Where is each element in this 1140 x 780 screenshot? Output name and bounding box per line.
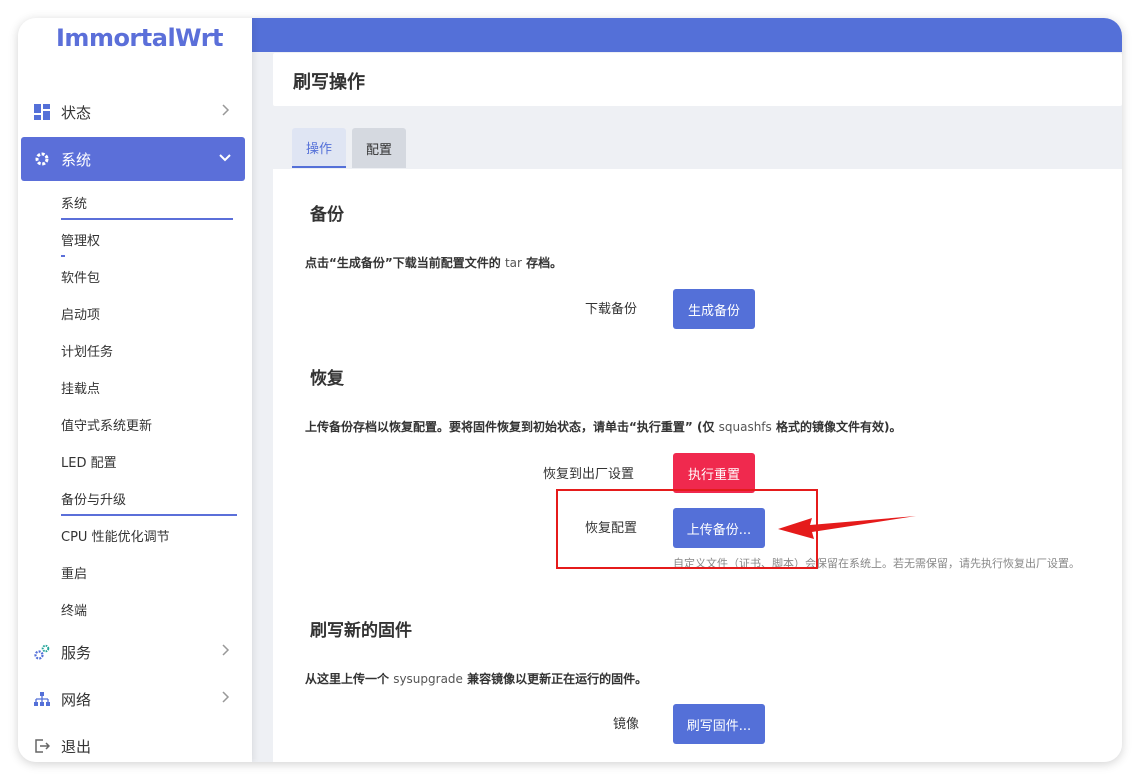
tab-actions[interactable]: 操作 [292, 128, 346, 168]
sidebar-item-network[interactable]: 网络 [21, 677, 245, 721]
gears-icon [33, 643, 51, 661]
dashboard-icon [33, 103, 51, 121]
submenu-item-mounts[interactable]: 挂载点 [61, 378, 100, 397]
sidebar-item-services[interactable]: 服务 [21, 630, 245, 674]
submenu-item-attended-sysupgrade[interactable]: 值守式系统更新 [61, 415, 152, 434]
submenu-item-backup-upgrade[interactable]: 备份与升级 [61, 489, 126, 508]
sidebar-item-system[interactable]: 系统 [21, 137, 245, 181]
flash-heading: 刷写新的固件 [310, 621, 412, 641]
brand-logo: ImmortalWrt [56, 24, 224, 52]
tab-configuration[interactable]: 配置 [352, 128, 406, 168]
submenu-item-admin[interactable]: 管理权 [61, 230, 100, 249]
sidebar-item-label: 服务 [61, 643, 92, 662]
sidebar-item-label: 网络 [61, 690, 92, 709]
chevron-right-icon [217, 642, 233, 658]
submenu-item-reboot[interactable]: 重启 [61, 563, 87, 582]
sidebar-item-label: 状态 [61, 103, 92, 122]
sidebar-item-status[interactable]: 状态 [21, 90, 245, 134]
hover-underline [61, 255, 65, 257]
submenu-item-packages[interactable]: 软件包 [61, 267, 100, 286]
backup-heading: 备份 [310, 205, 344, 225]
flash-firmware-button[interactable]: 刷写固件... [673, 704, 765, 744]
restore-description: 上传备份存档以恢复配置。要将固件恢复到初始状态，请单击“执行重置” (仅 squ… [305, 420, 902, 434]
page-title: 刷写操作 [293, 72, 365, 93]
sidebar-item-logout[interactable]: 退出 [21, 724, 245, 762]
network-icon [33, 690, 51, 708]
submenu-item-terminal[interactable]: 终端 [61, 600, 87, 619]
logout-icon [33, 737, 51, 755]
chevron-right-icon [217, 102, 233, 118]
submenu-item-startup[interactable]: 启动项 [61, 304, 100, 323]
active-underline [61, 514, 237, 516]
submenu-item-system[interactable]: 系统 [61, 193, 87, 212]
submenu-item-cpufreq[interactable]: CPU 性能优化调节 [61, 526, 170, 545]
backup-description: 点击“生成备份”下载当前配置文件的 tar 存档。 [305, 256, 563, 270]
sidebar: ImmortalWrt 状态 系统 系统 管理权 软件包 启动项 计划任务 挂载… [18, 18, 252, 762]
top-header-bar [252, 18, 1122, 52]
app-window: ImmortalWrt 状态 系统 系统 管理权 软件包 启动项 计划任务 挂载… [18, 18, 1122, 762]
factory-reset-label: 恢复到出厂设置 [543, 467, 635, 482]
restore-heading: 恢复 [310, 369, 344, 389]
download-backup-label: 下载备份 [585, 302, 638, 317]
page-title-card: 刷写操作 [273, 53, 1122, 106]
perform-reset-button[interactable]: 执行重置 [673, 453, 755, 493]
active-underline [61, 218, 233, 220]
submenu-item-crontab[interactable]: 计划任务 [61, 341, 113, 360]
gear-icon [33, 150, 51, 168]
sidebar-item-label: 系统 [61, 150, 92, 169]
generate-backup-button[interactable]: 生成备份 [673, 289, 755, 329]
submenu-item-led[interactable]: LED 配置 [61, 452, 117, 471]
chevron-right-icon [217, 689, 233, 705]
sidebar-item-label: 退出 [61, 737, 92, 756]
chevron-down-icon [217, 149, 233, 165]
annotation-arrow-icon [778, 516, 916, 539]
flash-description: 从这里上传一个 sysupgrade 兼容镜像以更新正在运行的固件。 [305, 672, 648, 686]
image-label: 镜像 [613, 717, 640, 732]
